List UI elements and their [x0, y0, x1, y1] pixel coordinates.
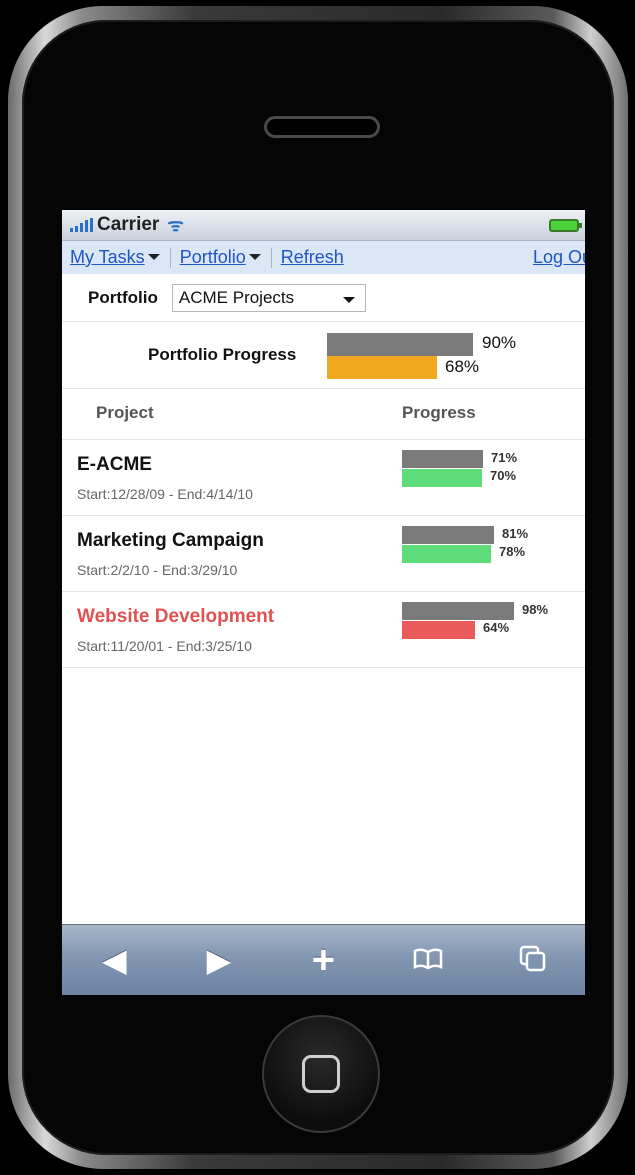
project-dates: Start:12/28/09 - End:4/14/10 — [77, 486, 253, 502]
carrier-name: Carrier — [97, 214, 160, 235]
browser-toolbar: ◀ ▶ + — [62, 924, 585, 995]
chevron-down-icon — [342, 296, 355, 303]
portfolio-select-value: ACME Projects — [178, 287, 295, 307]
nav-divider — [169, 247, 171, 268]
project-actual-bar — [402, 469, 482, 487]
logout-link[interactable]: Log Out — [533, 247, 585, 268]
signal-strength-icon — [70, 218, 93, 232]
bookmarks-icon[interactable] — [403, 944, 453, 976]
portfolio-selector-row: Portfolio ACME Projects — [62, 274, 585, 322]
battery-icon — [549, 219, 582, 232]
progress-column-header: Progress — [402, 403, 476, 422]
project-name[interactable]: Website Development — [77, 606, 274, 628]
home-button-icon — [302, 1055, 340, 1093]
nav-bar: My Tasks Portfolio Refresh Log Out — [62, 241, 585, 274]
project-row[interactable]: E-ACME Start:12/28/09 - End:4/14/10 71% 70% — [62, 440, 585, 516]
portfolio-actual-label: 68% — [445, 357, 480, 376]
refresh-link[interactable]: Refresh — [281, 247, 344, 268]
project-dates: Start:11/20/01 - End:3/25/10 — [77, 638, 252, 654]
project-planned-bar — [402, 450, 483, 468]
project-column-header: Project — [96, 403, 154, 422]
portfolio-label: Portfolio — [88, 287, 158, 307]
portfolio-planned-bar — [327, 333, 473, 356]
portfolio-dropdown-icon[interactable] — [248, 253, 261, 260]
project-actual-label: 64% — [483, 620, 510, 635]
project-dates: Start:2/2/10 - End:3/29/10 — [77, 562, 238, 578]
project-row[interactable]: Website Development Start:11/20/01 - End:… — [62, 592, 585, 668]
project-actual-label: 78% — [499, 544, 526, 559]
project-name[interactable]: Marketing Campaign — [77, 530, 264, 552]
forward-arrow-icon[interactable]: ▶ — [194, 944, 244, 976]
screen: Carrier ᯤ My Tasks Portfolio Refresh Log… — [62, 210, 585, 995]
status-bar: Carrier ᯤ — [62, 210, 585, 241]
portfolio-progress-title: Portfolio Progress — [148, 345, 297, 364]
project-planned-label: 71% — [491, 450, 518, 465]
plus-icon[interactable]: + — [298, 940, 348, 980]
project-name[interactable]: E-ACME — [77, 454, 152, 476]
nav-divider — [270, 247, 272, 268]
portfolio-planned-label: 90% — [482, 333, 517, 352]
my-tasks-dropdown-icon[interactable] — [147, 253, 160, 260]
speaker-grille — [264, 116, 380, 138]
project-planned-bar — [402, 602, 514, 620]
my-tasks-link[interactable]: My Tasks — [70, 247, 145, 268]
pages-icon[interactable] — [508, 944, 558, 977]
project-planned-bar — [402, 526, 494, 544]
back-arrow-icon[interactable]: ◀ — [89, 944, 139, 976]
table-header: Project Progress — [62, 389, 585, 440]
project-actual-label: 70% — [490, 468, 517, 483]
project-actual-bar — [402, 621, 475, 639]
portfolio-link[interactable]: Portfolio — [180, 247, 246, 268]
project-actual-bar — [402, 545, 491, 563]
portfolio-select[interactable]: ACME Projects — [171, 283, 366, 312]
portfolio-progress-row: Portfolio Progress 90% 68% — [62, 322, 585, 389]
project-list: E-ACME Start:12/28/09 - End:4/14/10 71% 70%… — [62, 440, 585, 668]
project-planned-label: 98% — [522, 602, 549, 617]
project-row[interactable]: Marketing Campaign Start:2/2/10 - End:3/2… — [62, 516, 585, 592]
portfolio-actual-bar — [327, 356, 437, 379]
project-planned-label: 81% — [502, 526, 529, 541]
wifi-icon: ᯤ — [167, 215, 184, 235]
